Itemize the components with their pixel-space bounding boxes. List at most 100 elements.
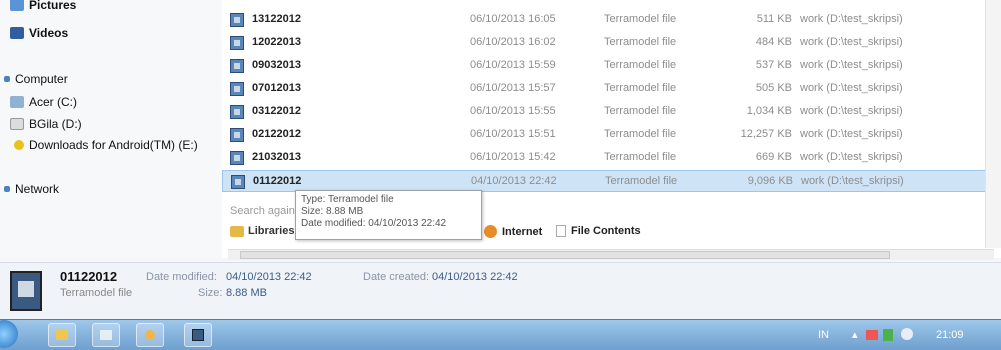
file-name: 09032013 [252, 59, 301, 71]
file-type: Terramodel file [604, 105, 677, 117]
file-size: 511 KB [756, 13, 792, 25]
file-type: Terramodel file [604, 82, 677, 94]
terramodel-file-icon [230, 151, 244, 165]
drive-icon [10, 118, 24, 130]
details-pane: 01122012 Terramodel file Date modified: … [0, 262, 1001, 320]
navigation-pane: Pictures Videos Computer Acer (C:) BGila… [0, 0, 222, 258]
file-date: 06/10/2013 15:59 [470, 59, 556, 71]
nav-item-computer[interactable]: Computer [4, 72, 68, 86]
file-folder: work (D:\test_skripsi) [800, 105, 903, 117]
taskbar-terramodel-button[interactable] [184, 323, 212, 347]
internet-label: Internet [502, 225, 543, 238]
details-modified-value: 04/10/2013 22:42 [226, 271, 312, 283]
paint-icon [145, 330, 155, 340]
file-size: 537 KB [755, 59, 792, 71]
file-date: 04/10/2013 22:42 [471, 175, 557, 187]
internet-icon [484, 225, 497, 238]
search-libraries-link[interactable]: Libraries [230, 225, 294, 237]
file-type: Terramodel file [604, 59, 677, 71]
file-date: 06/10/2013 15:55 [470, 105, 556, 117]
network-icon [4, 186, 10, 192]
file-name: 01122012 [253, 175, 302, 187]
start-button[interactable] [0, 320, 18, 348]
taskbar-explorer-button[interactable] [48, 323, 76, 347]
search-internet-link[interactable]: Internet [484, 225, 542, 238]
tooltip-date: Date modified: 04/10/2013 22:42 [301, 218, 447, 229]
nav-item-videos[interactable]: Videos [10, 26, 68, 40]
file-folder: work (D:\test_skripsi) [800, 13, 903, 25]
file-row[interactable]: 12022013 06/10/2013 16:02 Terramodel fil… [222, 32, 990, 54]
nav-item-label: Acer (C:) [29, 95, 77, 109]
file-name: 21032013 [252, 151, 301, 163]
terramodel-file-icon [230, 128, 244, 142]
file-date: 06/10/2013 15:57 [470, 82, 556, 94]
terramodel-icon [192, 329, 204, 341]
file-row[interactable]: 21032013 06/10/2013 15:42 Terramodel fil… [222, 147, 990, 169]
file-row[interactable]: 02122012 06/10/2013 15:51 Terramodel fil… [222, 124, 990, 146]
terramodel-file-icon [230, 36, 244, 50]
taskbar-app-button[interactable] [136, 323, 164, 347]
details-file-name: 01122012 [60, 269, 118, 284]
file-type: Terramodel file [604, 151, 677, 163]
file-folder: work (D:\test_skripsi) [800, 151, 903, 163]
file-size: 1,034 KB [746, 105, 792, 117]
drive-icon [10, 96, 24, 108]
taskbar: IN ▴ 21:09 [0, 319, 1001, 350]
libraries-label: Libraries [248, 225, 295, 237]
nav-item-downloads-e[interactable]: Downloads for Android(TM) (E:) [14, 138, 198, 152]
nav-item-label: Network [15, 182, 60, 196]
file-contents-label: File Contents [571, 225, 641, 237]
file-date: 06/10/2013 16:02 [470, 36, 556, 48]
file-size: 12,257 KB [740, 128, 792, 140]
terramodel-file-icon [230, 59, 244, 73]
file-size: 9,096 KB [747, 175, 793, 187]
nav-item-network[interactable]: Network [4, 182, 59, 196]
file-name: 02122012 [252, 128, 301, 140]
nav-item-label: BGila (D:) [29, 117, 82, 131]
show-hidden-icons-icon[interactable]: ▴ [852, 328, 858, 341]
terramodel-file-icon [230, 105, 244, 119]
nav-item-pictures[interactable]: Pictures [10, 0, 76, 12]
language-indicator[interactable]: IN [818, 329, 829, 341]
terramodel-file-icon [230, 13, 244, 27]
file-folder: work (D:\test_skripsi) [800, 36, 903, 48]
file-tooltip: Type: Terramodel file Size: 8.88 MB Date… [295, 190, 482, 240]
file-row[interactable]: 07012013 06/10/2013 15:57 Terramodel fil… [222, 78, 990, 100]
file-folder: work (D:\test_skripsi) [800, 59, 903, 71]
terramodel-file-icon [231, 175, 245, 189]
libraries-icon [230, 225, 244, 237]
volume-tray-icon[interactable] [901, 328, 913, 340]
file-row[interactable]: 09032013 06/10/2013 15:59 Terramodel fil… [222, 55, 990, 77]
file-row-selected[interactable]: 01122012 04/10/2013 22:42 Terramodel fil… [222, 170, 990, 192]
flag-tray-icon[interactable] [883, 329, 893, 341]
file-size: 505 KB [755, 82, 792, 94]
nav-item-label: Pictures [29, 0, 77, 12]
search-file-contents-link[interactable]: File Contents [556, 225, 641, 237]
file-name: 12022013 [252, 36, 301, 48]
details-size-value: 8.88 MB [226, 287, 267, 299]
file-type: Terramodel file [604, 128, 677, 140]
file-type: Terramodel file [604, 36, 677, 48]
file-size: 669 KB [755, 151, 792, 163]
file-folder: work (D:\test_skripsi) [800, 82, 903, 94]
horizontal-scrollbar[interactable] [228, 249, 994, 260]
usb-drive-icon [14, 140, 24, 150]
file-name: 03122012 [252, 105, 301, 117]
document-icon [556, 225, 566, 237]
file-row[interactable]: 03122012 06/10/2013 15:55 Terramodel fil… [222, 101, 990, 123]
nav-item-label: Videos [29, 26, 69, 40]
computer-icon [4, 76, 10, 82]
file-folder: work (D:\test_skripsi) [800, 128, 903, 140]
clock[interactable]: 21:09 [936, 329, 964, 341]
nav-item-label: Computer [15, 72, 68, 86]
taskbar-app-button[interactable] [92, 323, 120, 347]
nav-item-bgila-d[interactable]: BGila (D:) [10, 117, 82, 131]
vertical-scrollbar[interactable] [985, 0, 1001, 248]
network-tray-icon[interactable] [866, 330, 878, 340]
details-created-value: 04/10/2013 22:42 [432, 271, 518, 283]
folder-icon [56, 330, 68, 340]
scrollbar-thumb[interactable] [240, 251, 890, 259]
file-type: Terramodel file [605, 175, 678, 187]
file-row[interactable]: 13122012 06/10/2013 16:05 Terramodel fil… [222, 9, 990, 31]
nav-item-acer-c[interactable]: Acer (C:) [10, 95, 77, 109]
